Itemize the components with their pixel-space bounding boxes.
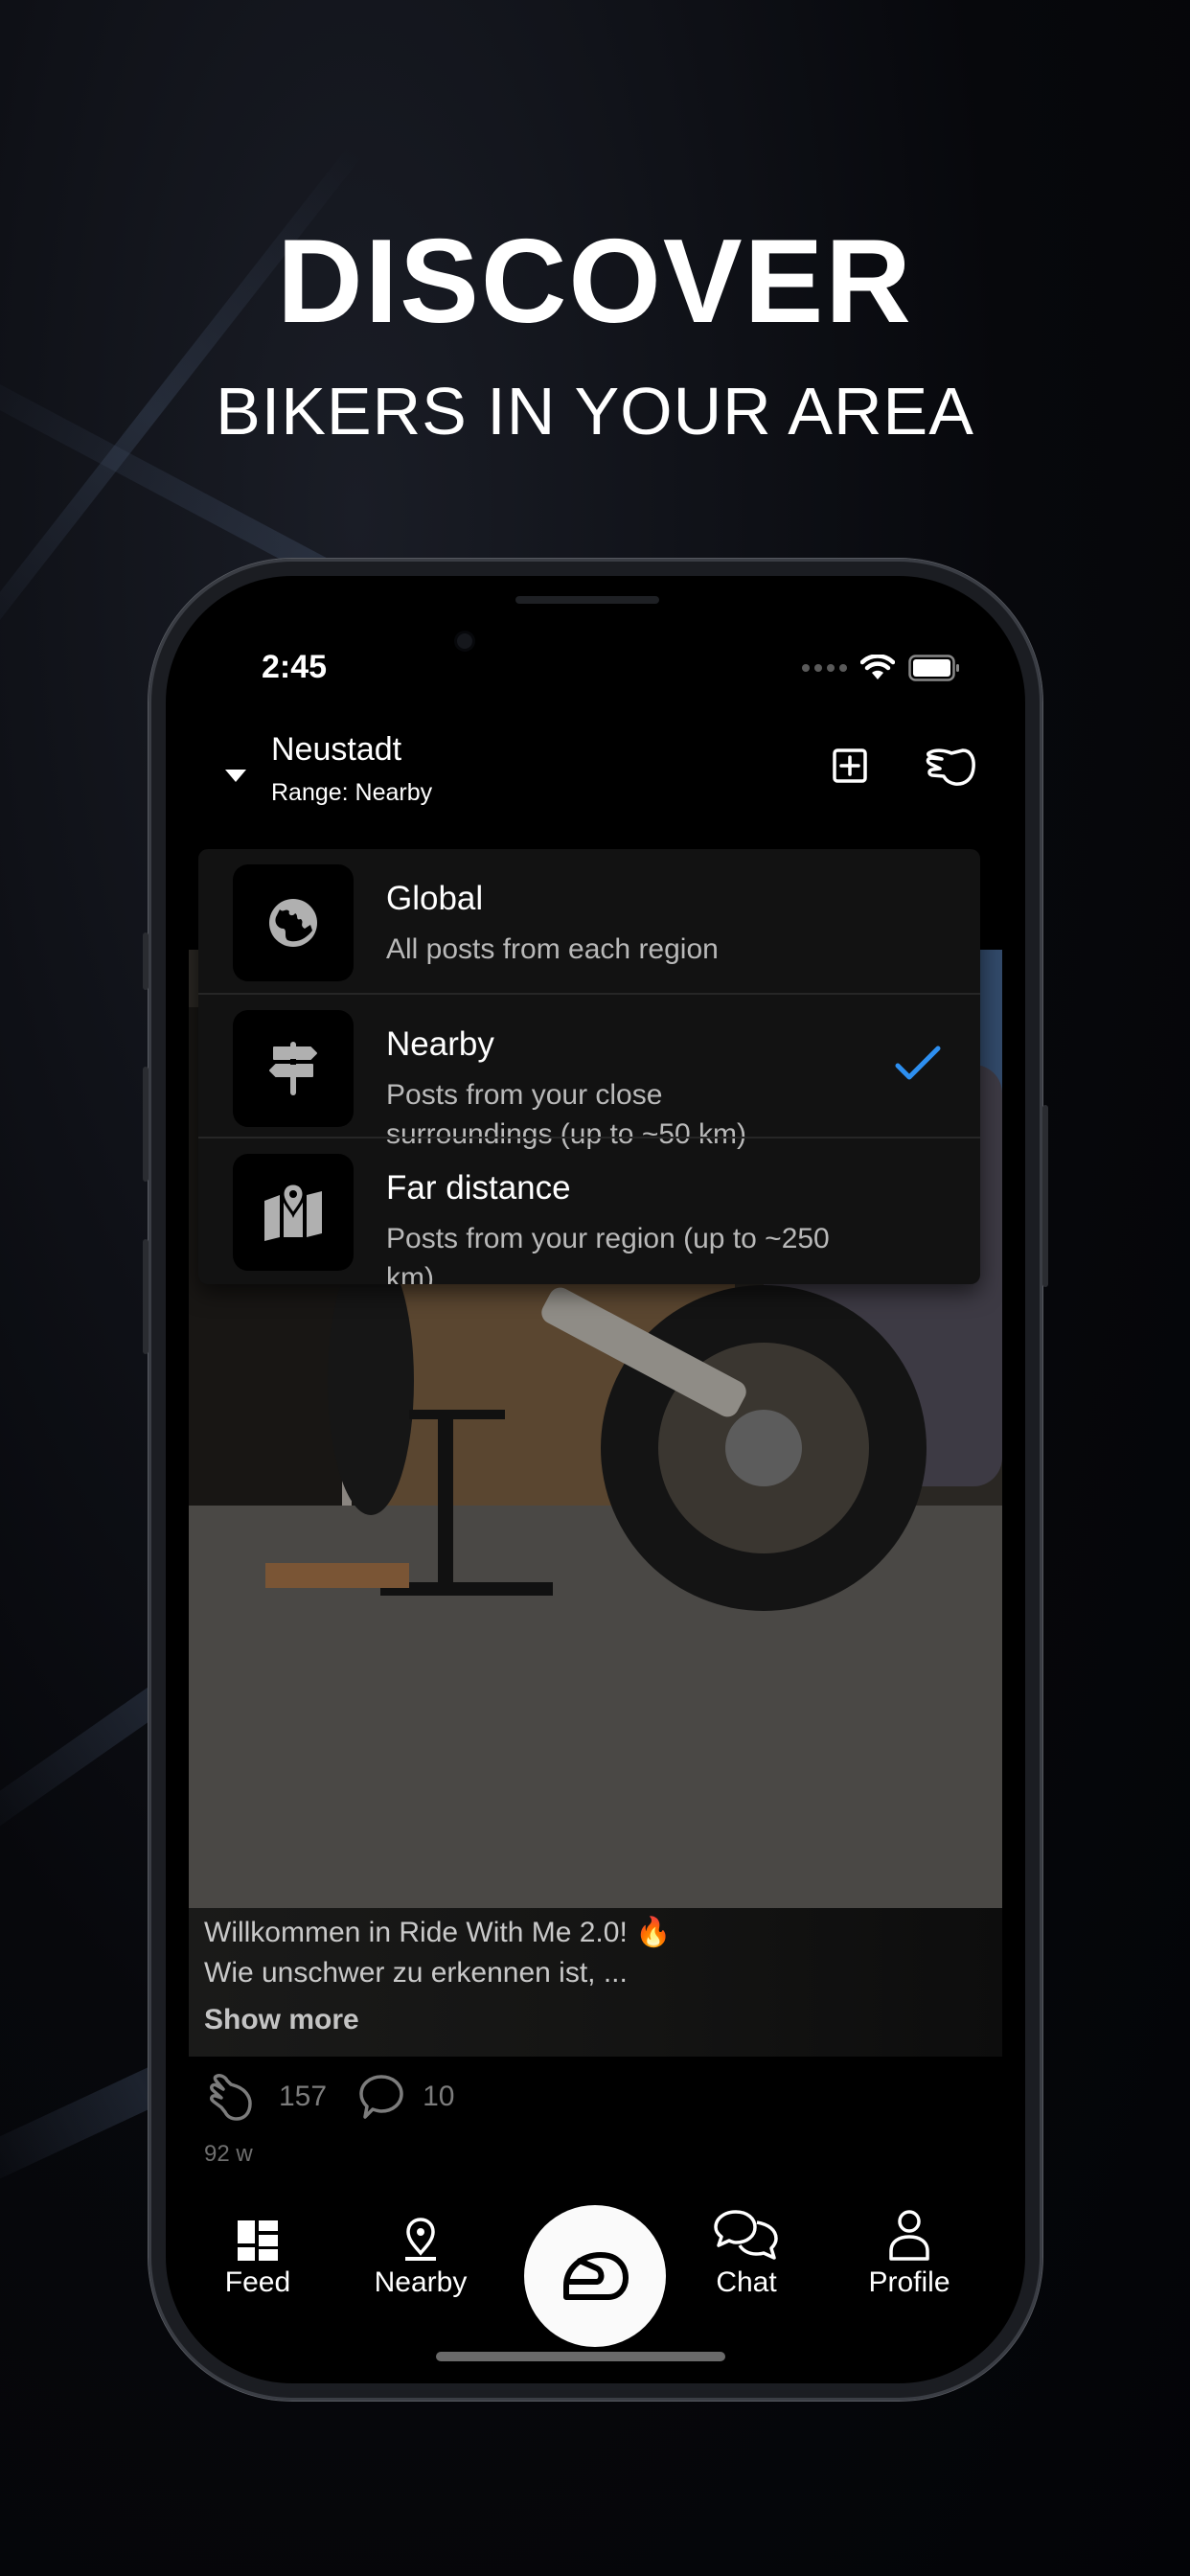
status-icons: [802, 655, 960, 681]
tab-chat[interactable]: Chat: [679, 2205, 813, 2299]
range-dropdown: Global All posts from each region Nearby…: [198, 849, 980, 1284]
range-option-global[interactable]: Global All posts from each region: [198, 849, 980, 993]
caption-line-1: Willkommen in Ride With Me 2.0! 🔥: [204, 1917, 672, 1948]
signpost-icon-tile: [233, 1010, 354, 1127]
like-count: 157: [279, 2081, 328, 2112]
tab-chat-label: Chat: [716, 2266, 777, 2298]
signal-dots-icon: [802, 664, 847, 672]
hero-subtitle: BIKERS IN YOUR AREA: [216, 374, 974, 448]
feed-grid-icon: [238, 2220, 278, 2261]
phone-frame: 2:45 Neustadt Range: Nearby Willkommen i…: [143, 559, 1048, 2401]
location-selector[interactable]: Neustadt Range: Nearby: [204, 720, 606, 806]
tab-profile-label: Profile: [868, 2266, 950, 2298]
feed-header: Neustadt Range: Nearby: [166, 720, 1025, 806]
center-helmet-button[interactable]: [524, 2205, 666, 2347]
helmet-icon: [563, 2252, 629, 2300]
tab-nearby-label: Nearby: [374, 2266, 468, 2298]
status-time: 2:45: [262, 649, 328, 685]
tab-feed[interactable]: Feed: [191, 2205, 325, 2299]
wave-button[interactable]: [923, 745, 976, 789]
map-pin-icon: [264, 1184, 322, 1241]
tab-feed-label: Feed: [224, 2266, 291, 2298]
person-icon: [889, 2210, 929, 2261]
post-caption: Willkommen in Ride With Me 2.0! 🔥 Wie un…: [189, 1908, 1002, 2057]
range-option-description: All posts from each region: [386, 933, 719, 965]
range-label: Range: Nearby: [271, 779, 433, 806]
plus-square-icon: [833, 748, 867, 783]
hand-wave-icon: [926, 748, 975, 786]
app-screen: 2:45 Neustadt Range: Nearby Willkommen i…: [166, 576, 1025, 2383]
comment-count: 10: [423, 2081, 455, 2112]
chat-bubbles-icon: [714, 2210, 778, 2260]
earpiece: [515, 596, 659, 604]
range-option-description: Posts from your region (up to ~250 km): [386, 1223, 830, 1284]
range-option-nearby[interactable]: Nearby Posts from your close surrounding…: [198, 995, 980, 1150]
range-option-title: Global: [386, 880, 484, 917]
globe-icon: [269, 899, 317, 947]
volume-down-button: [143, 1239, 149, 1354]
comment-icon[interactable]: [355, 2071, 407, 2123]
power-button: [1042, 1105, 1048, 1287]
battery-icon: [908, 655, 959, 681]
caret-down-icon: [225, 770, 246, 782]
show-more-link[interactable]: Show more: [204, 2004, 359, 2036]
tab-nearby[interactable]: Nearby: [354, 2205, 488, 2299]
add-post-button[interactable]: [833, 748, 867, 783]
tab-bar: Feed Nearby Chat Profile: [166, 2205, 1025, 2347]
mute-switch: [143, 932, 149, 990]
caption-line-2: Wie unschwer zu erkennen ist, ...: [204, 1957, 628, 1989]
tab-profile[interactable]: Profile: [842, 2205, 976, 2299]
checkmark-icon: [895, 1046, 941, 1080]
post-actions: 157 10: [204, 2068, 454, 2126]
signpost-icon: [269, 1042, 317, 1095]
range-option-far-distance[interactable]: Far distance Posts from your region (up …: [198, 1138, 980, 1284]
location-name: Neustadt: [271, 731, 402, 768]
front-camera: [457, 633, 472, 649]
range-option-title: Far distance: [386, 1169, 571, 1207]
volume-up-button: [143, 1067, 149, 1182]
post-age: 92 w: [204, 2141, 253, 2167]
range-option-title: Nearby: [386, 1025, 494, 1063]
home-indicator[interactable]: [436, 2352, 725, 2361]
globe-icon-tile: [233, 864, 354, 981]
hero-title: DISCOVER: [277, 216, 913, 348]
wifi-icon: [860, 655, 895, 679]
location-pin-icon: [405, 2218, 436, 2261]
map-pin-icon-tile: [233, 1154, 354, 1271]
hand-like-icon[interactable]: [204, 2071, 256, 2123]
